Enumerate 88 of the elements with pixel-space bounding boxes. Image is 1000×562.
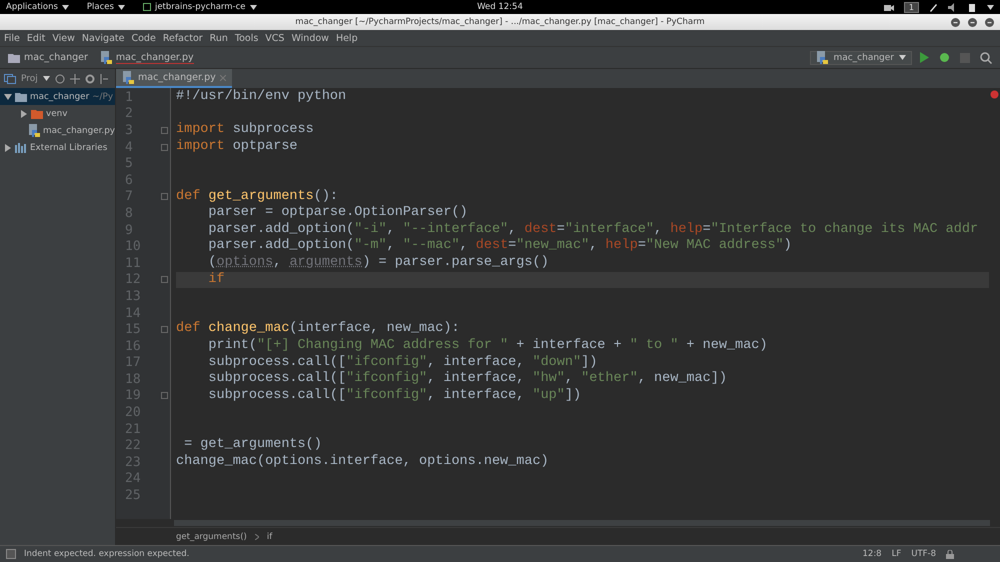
search-icon[interactable] (980, 52, 992, 64)
window-title: mac_changer [~/PycharmProjects/mac_changer] - .../mac_changer.py [mac_changer] - PyCharm (295, 17, 705, 27)
folder-icon (15, 92, 27, 102)
menu-item[interactable]: View (52, 32, 75, 44)
project-icon[interactable] (4, 74, 16, 84)
collapse-icon[interactable] (70, 74, 80, 84)
caret-icon[interactable] (987, 4, 994, 10)
editor-tab[interactable]: mac_changer.py (116, 69, 232, 88)
fold-icon[interactable] (161, 126, 168, 134)
python-file-icon (28, 124, 40, 137)
code-line: def get_arguments(): (176, 188, 340, 205)
menu-item[interactable]: Edit (26, 32, 46, 44)
status-message: Indent expected. expression expected. (24, 549, 190, 559)
code-line: (options, arguments) = parser.parse_args() (207, 254, 550, 272)
top-menu[interactable]: Applications (6, 2, 69, 12)
library-icon (15, 142, 27, 152)
code-line: parser.add_option("-i", "--interface", dest="interface", help="Interface to change its MAC addr (207, 222, 980, 238)
caret-icon[interactable] (899, 55, 906, 60)
fold-icon[interactable] (161, 193, 168, 200)
code-line: def change_mac(interface, new_mac): (176, 321, 461, 338)
target-icon[interactable] (54, 74, 65, 84)
cursor-position[interactable]: 12:8 (862, 549, 882, 559)
folder-icon (8, 52, 20, 62)
top-menu[interactable]: jetbrains-pycharm-ce (142, 2, 257, 12)
fold-icon[interactable] (161, 144, 168, 151)
code-line: subprocess.call(["ifconfig", interface, "down"]) (207, 354, 598, 371)
line-separator[interactable]: LF (892, 549, 902, 559)
debug-icon[interactable] (939, 52, 950, 63)
code-breadcrumb[interactable]: get_arguments() (176, 532, 247, 542)
minimize-icon[interactable] (951, 18, 960, 26)
python-file-icon (100, 51, 112, 64)
code-line: print("[+] Changing MAC address for " + interface + " to " + new_mac) (207, 338, 768, 354)
menu-item[interactable]: Tools (234, 32, 258, 44)
project-view-dropdown[interactable]: Proj (21, 74, 38, 84)
nav-breadcrumb[interactable]: mac_changer (24, 52, 88, 63)
app-window-icon (142, 3, 151, 11)
folder-icon (31, 108, 43, 118)
code-line: import optparse (176, 138, 299, 156)
tree-item[interactable]: venv (0, 105, 115, 122)
code-line: subprocess.call(["ifconfig", interface, "up"]) (207, 388, 582, 404)
code-line: subprocess.call(["ifconfig", interface, "hw", "ether", new_mac]) (207, 371, 728, 388)
fold-icon[interactable] (161, 326, 168, 334)
nav-breadcrumb[interactable]: mac_changer.py (116, 52, 194, 64)
gear-icon[interactable] (84, 74, 95, 84)
collapsed-arrow-icon[interactable] (20, 110, 28, 118)
run-config-dropdown[interactable]: mac_changer (810, 50, 912, 64)
code-line: parser.add_option("-m", "--mac", dest="new_mac", help="New MAC address") (207, 238, 793, 255)
menu-item[interactable]: Refactor (162, 32, 203, 44)
code-line: parser = optparse.OptionParser() (207, 205, 469, 222)
power-icon[interactable] (968, 2, 977, 12)
code-breadcrumb[interactable]: if (266, 532, 272, 542)
collapsed-arrow-icon[interactable] (4, 144, 12, 152)
clock[interactable]: Wed 12:54 (477, 2, 523, 12)
caret-icon[interactable] (42, 76, 50, 81)
caret-icon[interactable] (250, 4, 257, 10)
camera-icon[interactable] (884, 3, 894, 11)
menu-item[interactable]: File (4, 32, 20, 44)
tree-item[interactable]: mac_changer.py (0, 122, 115, 139)
workspace-indicator[interactable]: 1 (904, 2, 919, 12)
menu-item[interactable]: Code (131, 32, 156, 44)
menu-item[interactable]: Navigate (82, 32, 124, 44)
caret-icon[interactable] (62, 4, 69, 10)
error-marker-icon (990, 90, 999, 99)
run-icon[interactable] (920, 52, 929, 63)
python-file-icon (122, 71, 134, 84)
top-menu[interactable]: Places (86, 2, 125, 12)
caret-icon[interactable] (118, 4, 125, 10)
menu-item[interactable]: Run (210, 32, 228, 44)
code-line: = get_arguments() (183, 437, 323, 454)
python-file-icon (816, 51, 828, 64)
menu-item[interactable]: Window (291, 32, 329, 44)
pen-icon[interactable] (929, 2, 938, 12)
tree-item[interactable]: External Libraries (0, 139, 115, 156)
code-line: import subprocess (176, 122, 315, 139)
horizontal-scrollbar[interactable] (174, 520, 990, 526)
menu-item[interactable]: Help (336, 32, 358, 44)
lock-icon[interactable] (946, 550, 954, 558)
code-line: #!/usr/bin/env python (176, 89, 348, 106)
code-line: change_mac(options.interface, options.new_mac) (176, 454, 550, 471)
chevron-icon (254, 534, 259, 540)
panel-toggle-icon[interactable] (6, 549, 16, 559)
fold-icon[interactable] (161, 276, 168, 284)
hide-icon[interactable] (100, 74, 108, 84)
fold-icon[interactable] (161, 392, 168, 400)
expanded-arrow-icon[interactable] (4, 92, 12, 100)
tree-item[interactable]: mac_changer ~/Py (0, 88, 115, 105)
file-encoding[interactable]: UTF-8 (911, 549, 936, 559)
menu-item[interactable]: VCS (265, 32, 284, 44)
